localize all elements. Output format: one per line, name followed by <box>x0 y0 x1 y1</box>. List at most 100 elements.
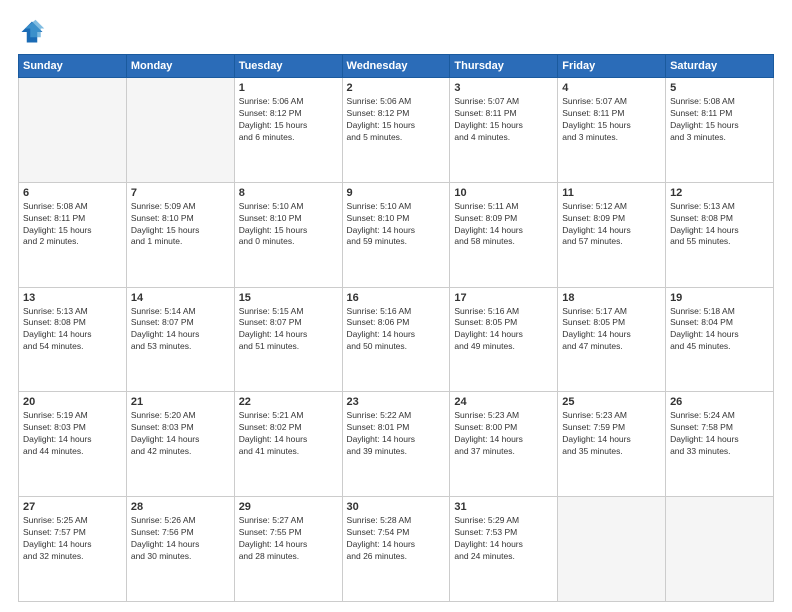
day-info: Sunrise: 5:20 AM Sunset: 8:03 PM Dayligh… <box>131 410 230 458</box>
day-info: Sunrise: 5:14 AM Sunset: 8:07 PM Dayligh… <box>131 306 230 354</box>
day-number: 6 <box>23 187 122 199</box>
day-info: Sunrise: 5:23 AM Sunset: 7:59 PM Dayligh… <box>562 410 661 458</box>
calendar-cell: 12 Sunrise: 5:13 AM Sunset: 8:08 PM Dayli… <box>666 182 774 287</box>
calendar-cell: 11Sunrise: 5:12 AM Sunset: 8:09 PM Dayli… <box>558 182 666 287</box>
day-number: 24 <box>454 396 553 408</box>
day-info: Sunrise: 5:28 AM Sunset: 7:54 PM Dayligh… <box>347 515 446 563</box>
day-info: Sunrise: 5:15 AM Sunset: 8:07 PM Dayligh… <box>239 306 338 354</box>
calendar-cell <box>126 78 234 183</box>
calendar-cell: 21 Sunrise: 5:20 AM Sunset: 8:03 PM Dayli… <box>126 392 234 497</box>
weekday-header-tuesday: Tuesday <box>234 55 342 78</box>
weekday-header-row: SundayMondayTuesdayWednesdayThursdayFrid… <box>19 55 774 78</box>
day-number: 9 <box>347 187 446 199</box>
day-info: Sunrise: 5:11 AM Sunset: 8:09 PM Dayligh… <box>454 201 553 249</box>
calendar-cell: 1 Sunrise: 5:06 AM Sunset: 8:12 PM Daylig… <box>234 78 342 183</box>
day-info: Sunrise: 5:07 AM Sunset: 8:11 PM Dayligh… <box>454 96 553 144</box>
calendar-cell: 17 Sunrise: 5:16 AM Sunset: 8:05 PM Dayli… <box>450 287 558 392</box>
logo-icon <box>18 18 46 46</box>
day-info: Sunrise: 5:27 AM Sunset: 7:55 PM Dayligh… <box>239 515 338 563</box>
calendar-table: SundayMondayTuesdayWednesdayThursdayFrid… <box>18 54 774 602</box>
day-number: 1 <box>239 82 338 94</box>
day-number: 30 <box>347 501 446 513</box>
day-number: 14 <box>131 292 230 304</box>
week-row-5: 27 Sunrise: 5:25 AM Sunset: 7:57 PM Dayli… <box>19 497 774 602</box>
day-info: Sunrise: 5:24 AM Sunset: 7:58 PM Dayligh… <box>670 410 769 458</box>
day-number: 22 <box>239 396 338 408</box>
day-info: Sunrise: 5:10 AM Sunset: 8:10 PM Dayligh… <box>347 201 446 249</box>
day-number: 17 <box>454 292 553 304</box>
day-info: Sunrise: 5:06 AM Sunset: 8:12 PM Dayligh… <box>239 96 338 144</box>
day-info: Sunrise: 5:08 AM Sunset: 8:11 PM Dayligh… <box>23 201 122 249</box>
day-info: Sunrise: 5:08 AM Sunset: 8:11 PM Dayligh… <box>670 96 769 144</box>
day-info: Sunrise: 5:10 AM Sunset: 8:10 PM Dayligh… <box>239 201 338 249</box>
weekday-header-saturday: Saturday <box>666 55 774 78</box>
day-number: 21 <box>131 396 230 408</box>
day-info: Sunrise: 5:07 AM Sunset: 8:11 PM Dayligh… <box>562 96 661 144</box>
day-info: Sunrise: 5:22 AM Sunset: 8:01 PM Dayligh… <box>347 410 446 458</box>
day-number: 18 <box>562 292 661 304</box>
day-number: 16 <box>347 292 446 304</box>
calendar-cell: 20 Sunrise: 5:19 AM Sunset: 8:03 PM Dayli… <box>19 392 127 497</box>
day-number: 23 <box>347 396 446 408</box>
day-number: 8 <box>239 187 338 199</box>
calendar-cell: 13Sunrise: 5:13 AM Sunset: 8:08 PM Dayli… <box>19 287 127 392</box>
calendar-cell: 23 Sunrise: 5:22 AM Sunset: 8:01 PM Dayli… <box>342 392 450 497</box>
calendar-cell: 28Sunrise: 5:26 AM Sunset: 7:56 PM Dayli… <box>126 497 234 602</box>
day-info: Sunrise: 5:06 AM Sunset: 8:12 PM Dayligh… <box>347 96 446 144</box>
day-info: Sunrise: 5:26 AM Sunset: 7:56 PM Dayligh… <box>131 515 230 563</box>
day-number: 31 <box>454 501 553 513</box>
day-info: Sunrise: 5:12 AM Sunset: 8:09 PM Dayligh… <box>562 201 661 249</box>
day-info: Sunrise: 5:13 AM Sunset: 8:08 PM Dayligh… <box>670 201 769 249</box>
page: SundayMondayTuesdayWednesdayThursdayFrid… <box>0 0 792 612</box>
day-info: Sunrise: 5:18 AM Sunset: 8:04 PM Dayligh… <box>670 306 769 354</box>
day-number: 10 <box>454 187 553 199</box>
day-info: Sunrise: 5:23 AM Sunset: 8:00 PM Dayligh… <box>454 410 553 458</box>
weekday-header-monday: Monday <box>126 55 234 78</box>
day-info: Sunrise: 5:16 AM Sunset: 8:06 PM Dayligh… <box>347 306 446 354</box>
weekday-header-wednesday: Wednesday <box>342 55 450 78</box>
day-number: 2 <box>347 82 446 94</box>
calendar-cell: 10 Sunrise: 5:11 AM Sunset: 8:09 PM Dayli… <box>450 182 558 287</box>
logo <box>18 18 50 46</box>
calendar-cell: 22Sunrise: 5:21 AM Sunset: 8:02 PM Dayli… <box>234 392 342 497</box>
day-info: Sunrise: 5:25 AM Sunset: 7:57 PM Dayligh… <box>23 515 122 563</box>
calendar-cell <box>558 497 666 602</box>
calendar-cell: 31 Sunrise: 5:29 AM Sunset: 7:53 PM Dayli… <box>450 497 558 602</box>
day-info: Sunrise: 5:16 AM Sunset: 8:05 PM Dayligh… <box>454 306 553 354</box>
day-info: Sunrise: 5:13 AM Sunset: 8:08 PM Dayligh… <box>23 306 122 354</box>
calendar-cell: 30 Sunrise: 5:28 AM Sunset: 7:54 PM Dayli… <box>342 497 450 602</box>
calendar-cell: 8 Sunrise: 5:10 AM Sunset: 8:10 PM Daylig… <box>234 182 342 287</box>
day-number: 19 <box>670 292 769 304</box>
calendar-cell: 29 Sunrise: 5:27 AM Sunset: 7:55 PM Dayli… <box>234 497 342 602</box>
day-number: 20 <box>23 396 122 408</box>
calendar-cell: 18Sunrise: 5:17 AM Sunset: 8:05 PM Dayli… <box>558 287 666 392</box>
day-number: 15 <box>239 292 338 304</box>
week-row-4: 20 Sunrise: 5:19 AM Sunset: 8:03 PM Dayli… <box>19 392 774 497</box>
calendar-cell: 9 Sunrise: 5:10 AM Sunset: 8:10 PM Daylig… <box>342 182 450 287</box>
day-info: Sunrise: 5:09 AM Sunset: 8:10 PM Dayligh… <box>131 201 230 249</box>
weekday-header-sunday: Sunday <box>19 55 127 78</box>
calendar-cell <box>666 497 774 602</box>
day-number: 27 <box>23 501 122 513</box>
day-number: 7 <box>131 187 230 199</box>
calendar-cell: 5Sunrise: 5:08 AM Sunset: 8:11 PM Daylig… <box>666 78 774 183</box>
weekday-header-thursday: Thursday <box>450 55 558 78</box>
day-number: 29 <box>239 501 338 513</box>
day-number: 26 <box>670 396 769 408</box>
day-info: Sunrise: 5:29 AM Sunset: 7:53 PM Dayligh… <box>454 515 553 563</box>
day-number: 4 <box>562 82 661 94</box>
weekday-header-friday: Friday <box>558 55 666 78</box>
calendar-cell: 14 Sunrise: 5:14 AM Sunset: 8:07 PM Dayli… <box>126 287 234 392</box>
calendar-cell: 26 Sunrise: 5:24 AM Sunset: 7:58 PM Dayli… <box>666 392 774 497</box>
calendar-cell: 3Sunrise: 5:07 AM Sunset: 8:11 PM Daylig… <box>450 78 558 183</box>
day-number: 12 <box>670 187 769 199</box>
calendar-cell: 4 Sunrise: 5:07 AM Sunset: 8:11 PM Daylig… <box>558 78 666 183</box>
day-info: Sunrise: 5:19 AM Sunset: 8:03 PM Dayligh… <box>23 410 122 458</box>
calendar-cell: 27 Sunrise: 5:25 AM Sunset: 7:57 PM Dayli… <box>19 497 127 602</box>
calendar-cell: 25 Sunrise: 5:23 AM Sunset: 7:59 PM Dayli… <box>558 392 666 497</box>
calendar-cell: 6 Sunrise: 5:08 AM Sunset: 8:11 PM Daylig… <box>19 182 127 287</box>
calendar-cell: 7 Sunrise: 5:09 AM Sunset: 8:10 PM Daylig… <box>126 182 234 287</box>
calendar-cell: 24 Sunrise: 5:23 AM Sunset: 8:00 PM Dayli… <box>450 392 558 497</box>
day-number: 25 <box>562 396 661 408</box>
week-row-3: 13Sunrise: 5:13 AM Sunset: 8:08 PM Dayli… <box>19 287 774 392</box>
